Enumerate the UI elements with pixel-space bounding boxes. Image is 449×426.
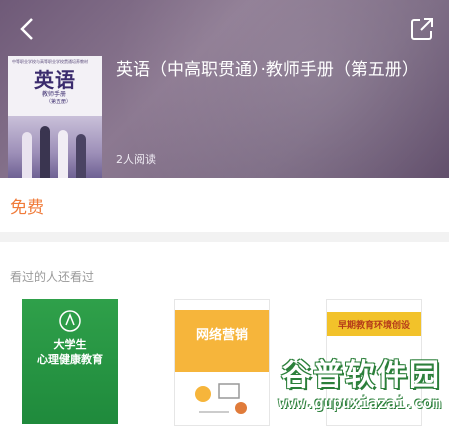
book-logo-icon — [59, 310, 81, 332]
section-divider — [0, 232, 449, 242]
book-title: 英语（中高职贯通）·教师手册（第五册） — [116, 60, 419, 80]
price-label: 免费 — [10, 198, 44, 218]
recommend-section-title: 看过的人还看过 — [10, 270, 95, 284]
cover-person — [58, 130, 68, 178]
book-cover[interactable]: 中等职业学校与高等职业学校贯通培养教材 英语 教师手册 （第五册） — [8, 56, 102, 178]
cover-person — [40, 126, 50, 178]
recommended-book-1[interactable]: 大学生 心理健康教育 — [22, 299, 118, 424]
share-icon[interactable] — [409, 16, 435, 42]
back-icon[interactable] — [12, 14, 42, 44]
recommended-book-2-title: 网络营销 — [195, 328, 248, 343]
cover-illustration-icon — [195, 383, 247, 414]
cover-photo — [8, 116, 102, 178]
book-header: 中等职业学校与高等职业学校贯通培养教材 英语 教师手册 （第五册） 英语（中高职… — [0, 0, 449, 178]
watermark-url: www.gupuxiazai.com — [278, 394, 441, 412]
cover-person — [22, 132, 32, 178]
recommended-book-3-title: 早期教育环境创设 — [337, 321, 410, 331]
reader-count: 2人阅读 — [116, 153, 156, 166]
site-watermark: 谷普软件园 www.gupuxiazai.com — [278, 350, 441, 412]
recommended-book-1-title: 大学生 心理健康教育 — [37, 338, 103, 366]
watermark-logo-text: 谷普软件园 — [281, 358, 441, 393]
cover-subtitle: 教师手册 — [42, 91, 67, 98]
cover-person — [76, 134, 86, 178]
recommended-book-2[interactable]: 网络营销 — [174, 299, 270, 426]
cover-edition: （第五册） — [46, 99, 72, 105]
